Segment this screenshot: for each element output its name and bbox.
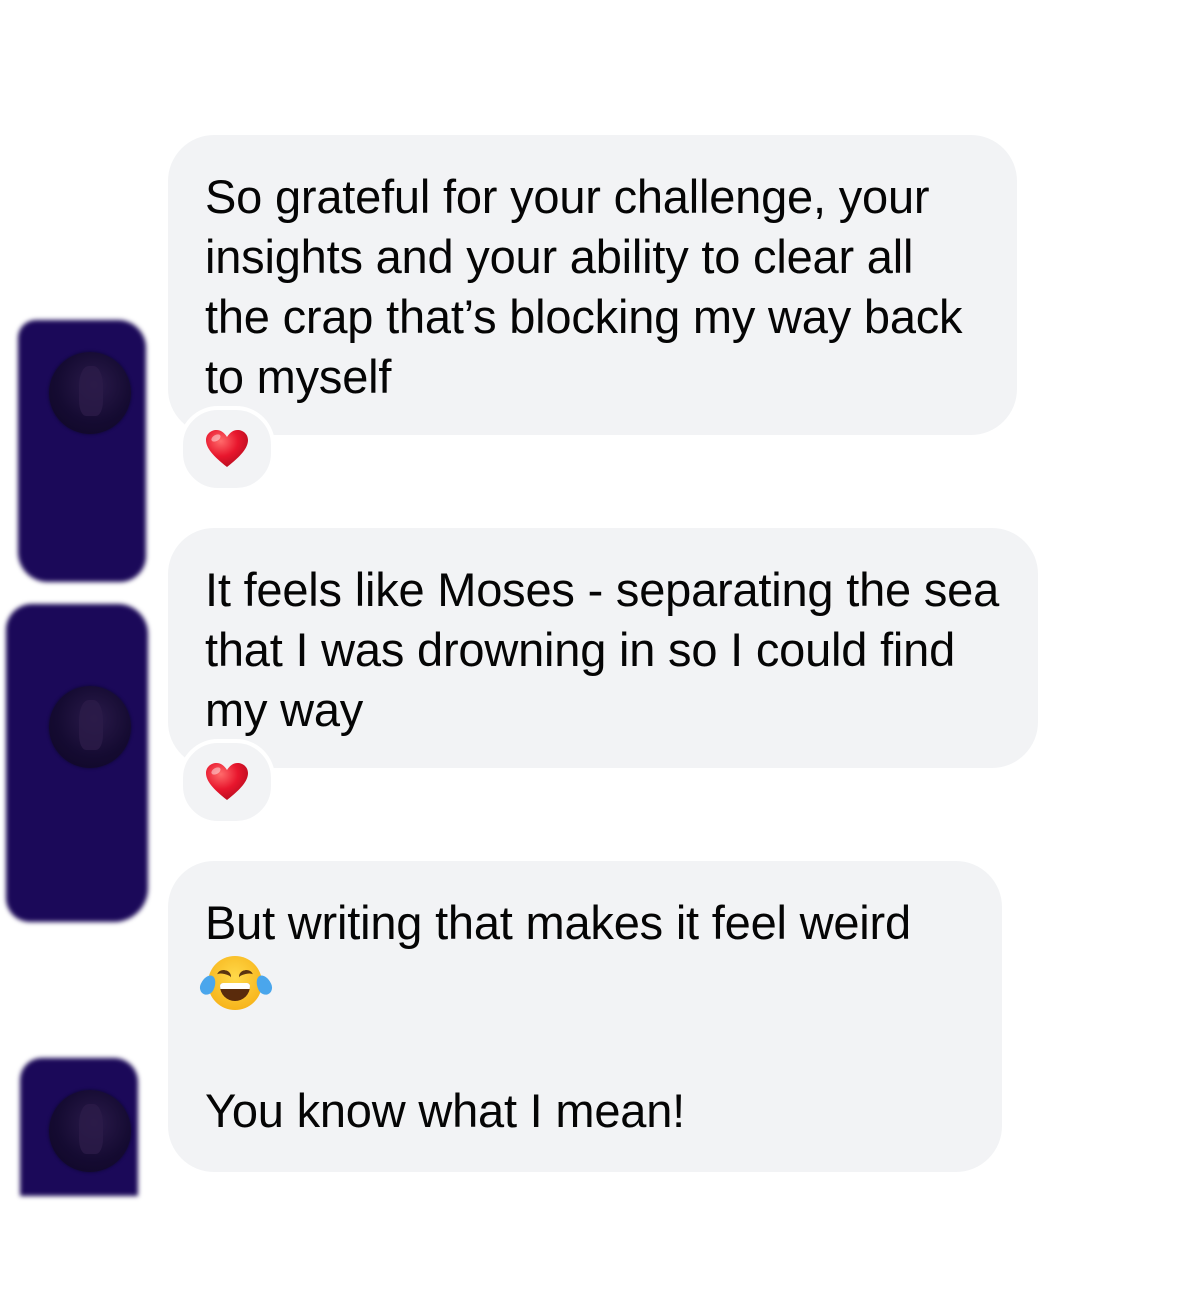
- heart-icon: [206, 763, 248, 800]
- sender-avatar[interactable]: [49, 686, 131, 768]
- reaction-badge[interactable]: [179, 406, 275, 492]
- sender-avatar[interactable]: [49, 1090, 131, 1172]
- message-text: You know what I mean!: [205, 1084, 686, 1137]
- message-bubble[interactable]: So grateful for your challenge, your ins…: [168, 135, 1017, 435]
- heart-icon: [206, 430, 248, 467]
- message-text: It feels like Moses - separating the sea…: [205, 563, 1000, 736]
- laughing-tears-icon: [197, 953, 275, 1013]
- message-text: But writing that makes it feel weird: [205, 896, 911, 949]
- message-text: So grateful for your challenge, your ins…: [205, 170, 963, 403]
- sender-avatar[interactable]: [49, 352, 131, 434]
- message-bubble[interactable]: But writing that makes it feel weird You…: [168, 861, 1002, 1172]
- reaction-badge[interactable]: [179, 739, 275, 825]
- message-bubble[interactable]: It feels like Moses - separating the sea…: [168, 528, 1038, 768]
